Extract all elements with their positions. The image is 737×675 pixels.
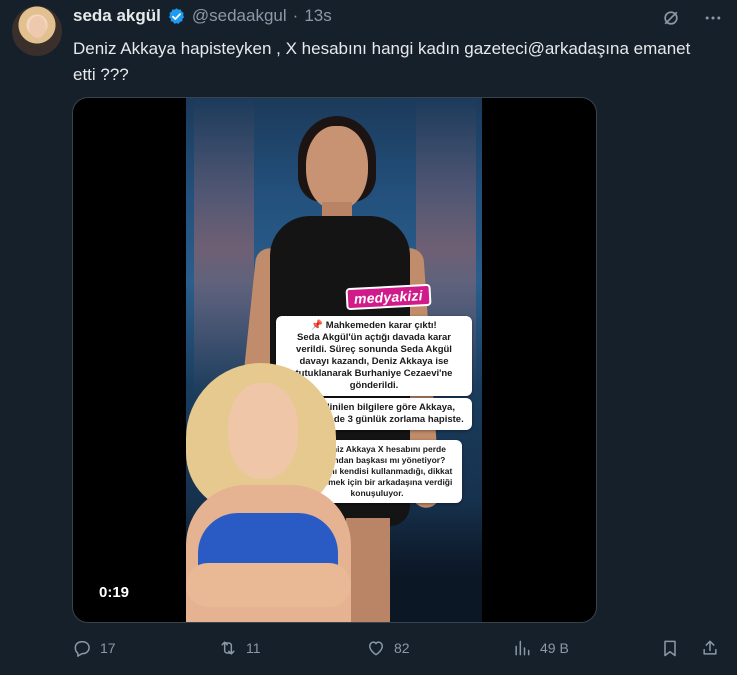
pin-icon: 📌 (311, 320, 324, 331)
author-name[interactable]: seda akgül (73, 6, 161, 26)
reply-button[interactable]: 17 (72, 638, 116, 658)
more-icon[interactable] (703, 8, 723, 28)
views-count: 49 B (540, 640, 569, 656)
video-frame[interactable]: medyakizi 📌 Mahkemeden karar çıktı! Seda… (186, 98, 482, 622)
video-player[interactable]: medyakizi 📌 Mahkemeden karar çıktı! Seda… (72, 97, 597, 623)
inset-portrait (186, 363, 356, 622)
author-handle[interactable]: @sedaakgul (192, 6, 287, 26)
reply-count: 17 (100, 640, 116, 656)
tweet-text: Deniz Akkaya hapisteyken , X hesabını ha… (73, 39, 696, 84)
like-button[interactable]: 82 (366, 638, 410, 658)
timestamp[interactable]: 13s (304, 6, 331, 26)
reply-icon (74, 641, 90, 657)
header-actions (661, 8, 723, 28)
tweet-actions: 17 11 82 49 B (72, 638, 722, 664)
like-count: 82 (394, 640, 410, 656)
medyakizi-logo: medyakizi (345, 283, 432, 311)
repost-icon (221, 641, 235, 655)
woman-face (306, 126, 368, 210)
bookmark-icon (664, 640, 676, 657)
bookmark-button[interactable] (660, 638, 680, 658)
share-button[interactable] (700, 638, 720, 658)
tweet-header: seda akgül @sedaakgul · 13s (73, 5, 332, 27)
grok-icon[interactable] (661, 8, 681, 28)
repost-count: 11 (246, 640, 261, 656)
views-button[interactable]: 49 B (512, 638, 569, 658)
repost-button[interactable]: 11 (218, 638, 261, 658)
verified-badge-icon (168, 7, 184, 24)
share-icon (703, 640, 717, 655)
avatar[interactable] (12, 6, 62, 56)
views-icon (515, 640, 530, 656)
video-timer: 0:19 (99, 584, 130, 601)
separator: · (292, 6, 299, 25)
heart-icon (369, 641, 383, 656)
tweet[interactable]: seda akgül @sedaakgul · 13s Deniz Akkaya… (0, 0, 737, 675)
